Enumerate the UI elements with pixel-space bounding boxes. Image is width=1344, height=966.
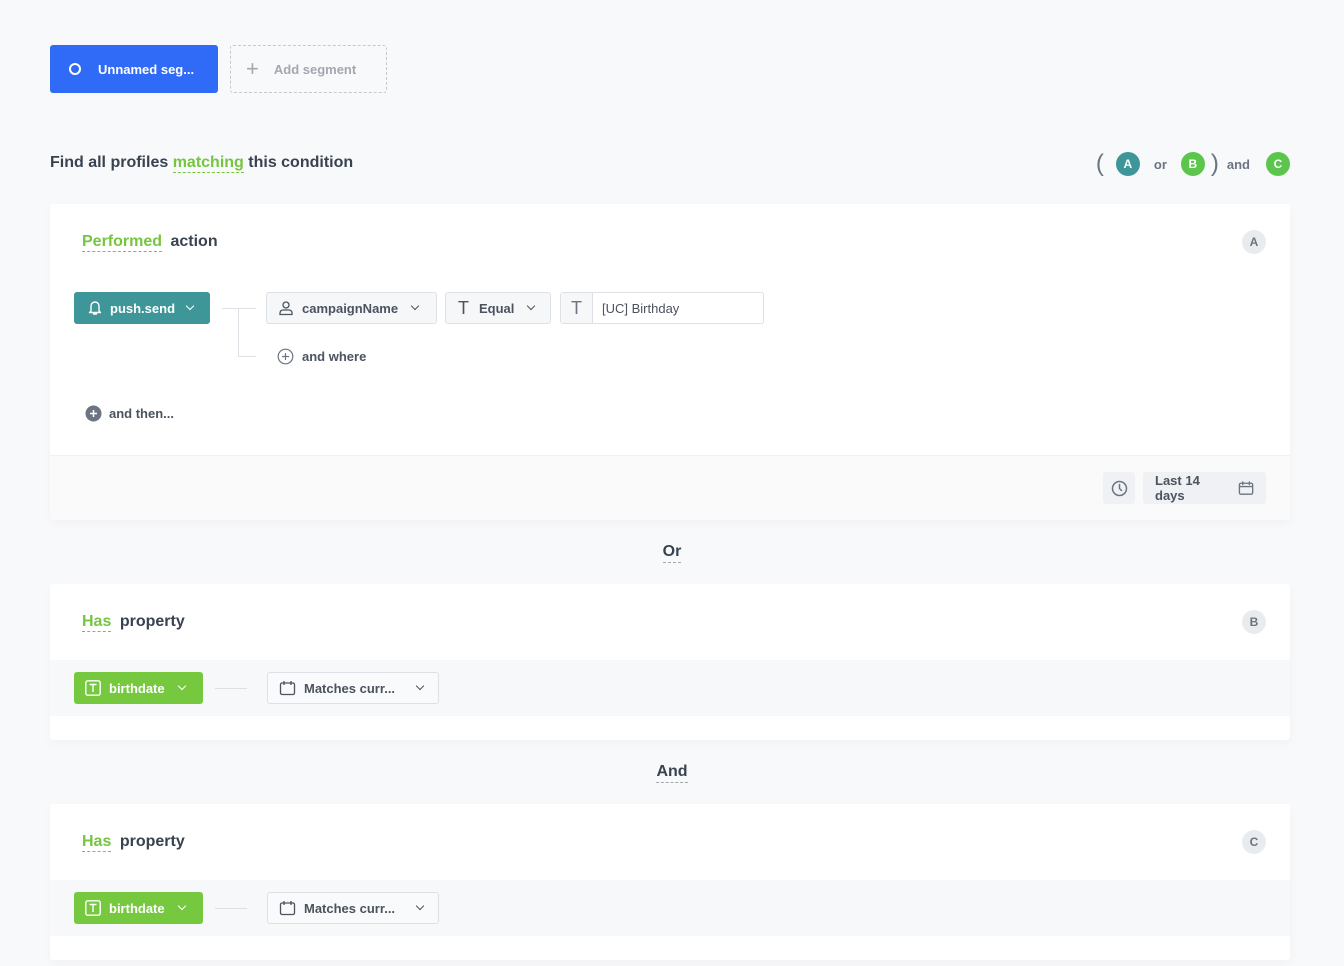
calendar-icon [279, 901, 296, 916]
close-paren: ) [1210, 150, 1219, 177]
event-select[interactable]: push.send [74, 292, 210, 324]
and-where-label: and where [302, 349, 367, 364]
operator-select[interactable]: Matches curr... [267, 672, 439, 704]
chevron-down-icon [415, 901, 425, 911]
operator-and[interactable]: and [1227, 157, 1250, 172]
calendar-icon [1238, 481, 1254, 495]
chevron-down-icon [410, 301, 420, 311]
card-title: Has property [82, 833, 185, 852]
calendar-icon [279, 681, 296, 696]
connector-line [222, 308, 256, 309]
plus-circle-icon [277, 348, 294, 365]
add-segment-label: Add segment [273, 61, 357, 77]
property-row: birthdate Matches curr... [50, 660, 1290, 716]
chevron-down-icon [415, 681, 425, 691]
condition-noun: action [170, 233, 218, 250]
card-title: Performed action [82, 233, 218, 252]
value-input[interactable] [593, 293, 753, 323]
card-letter-badge: B [1242, 610, 1266, 634]
plus-circle-filled-icon [85, 405, 102, 422]
and-where-button[interactable]: and where [277, 348, 366, 365]
text-type-icon: T [458, 297, 469, 318]
connector-line [215, 908, 247, 909]
operator-or[interactable]: or [1154, 157, 1167, 172]
property-select[interactable]: campaignName [266, 292, 437, 324]
condition-title: Find all profiles matching this conditio… [50, 154, 354, 173]
condition-suffix: this condition [248, 154, 354, 171]
condition-type-toggle[interactable]: Has [82, 613, 112, 632]
condition-noun: property [119, 833, 185, 850]
clock-icon [1111, 480, 1127, 496]
property-label: birthdate [109, 680, 165, 696]
conjunction-or[interactable]: Or [0, 543, 1344, 563]
condition-type-toggle[interactable]: Performed [82, 233, 163, 252]
text-type-icon [85, 900, 101, 916]
card-title: Has property [82, 613, 185, 632]
user-icon [279, 301, 293, 316]
condition-type-toggle[interactable]: Has [82, 833, 112, 852]
connector-line [238, 356, 256, 357]
date-range-button[interactable]: Last 14 days [1143, 472, 1266, 504]
bell-icon [88, 301, 102, 315]
value-field[interactable]: T [560, 292, 764, 324]
open-paren: ( [1095, 150, 1104, 177]
text-type-icon [85, 680, 101, 696]
event-label: push.send [110, 300, 176, 316]
and-then-button[interactable]: and then... [85, 405, 174, 422]
property-label: birthdate [109, 900, 165, 916]
plus-icon: + [246, 56, 259, 81]
operator-label: Equal [479, 300, 515, 316]
property-select[interactable]: birthdate [74, 672, 203, 704]
and-then-label: and then... [109, 406, 174, 421]
match-mode-toggle[interactable]: matching [172, 154, 244, 173]
conjunction-and[interactable]: And [0, 763, 1344, 783]
condition-noun: property [119, 613, 185, 630]
connector-line [238, 308, 239, 356]
operator-label: Matches curr... [304, 900, 396, 916]
chevron-down-icon [177, 901, 186, 911]
expression-badge-b[interactable]: B [1180, 152, 1205, 176]
text-type-icon: T [561, 293, 593, 323]
expression-badge-a[interactable]: A [1115, 152, 1140, 176]
condition-card-c: Has property C birthdate Matches curr... [50, 804, 1290, 960]
property-label: campaignName [302, 300, 399, 316]
operator-select[interactable]: Matches curr... [267, 892, 439, 924]
segment-tab-active[interactable]: Unnamed seg... [50, 45, 218, 93]
condition-card-a: Performed action A push.send campaignNam… [50, 204, 1290, 520]
chevron-down-icon [527, 301, 536, 311]
condition-prefix: Find all profiles [50, 154, 169, 171]
chevron-down-icon [185, 301, 195, 311]
connector-line [215, 688, 247, 689]
add-segment-button[interactable]: + Add segment [230, 45, 387, 93]
time-mode-button[interactable] [1103, 472, 1135, 504]
card-letter-badge: C [1242, 830, 1266, 854]
date-range-label: Last 14 days [1155, 473, 1200, 503]
property-select[interactable]: birthdate [74, 892, 203, 924]
logic-expression: ( A or B ) and C [1096, 152, 1290, 176]
operator-label: Matches curr... [304, 680, 396, 696]
operator-select[interactable]: T Equal [445, 292, 551, 324]
card-letter-badge: A [1242, 230, 1266, 254]
condition-card-b: Has property B birthdate Matches curr... [50, 584, 1290, 740]
circle-icon [69, 63, 81, 75]
card-footer: Last 14 days [50, 455, 1290, 520]
segment-tab-label: Unnamed seg... [98, 61, 195, 77]
expression-badge-c[interactable]: C [1266, 152, 1290, 176]
property-row: birthdate Matches curr... [50, 880, 1290, 936]
chevron-down-icon [177, 681, 186, 691]
